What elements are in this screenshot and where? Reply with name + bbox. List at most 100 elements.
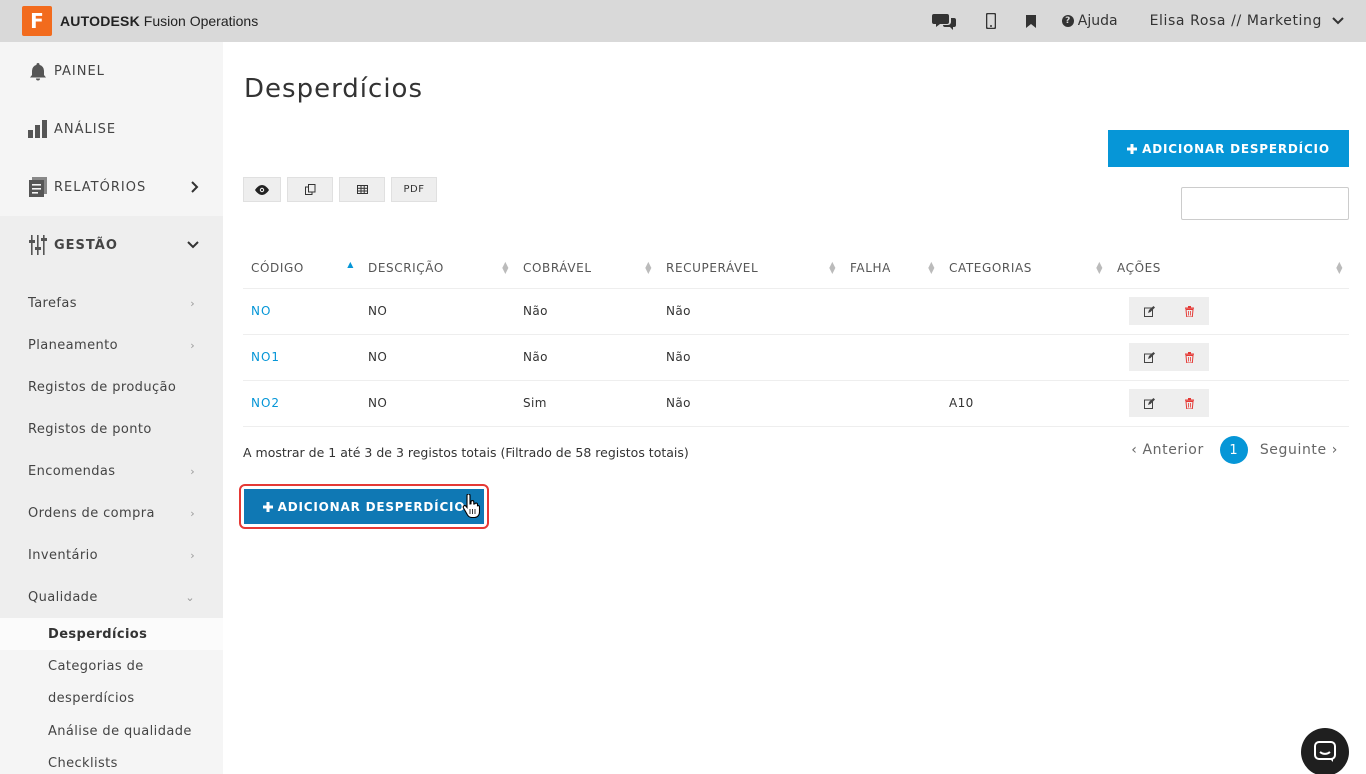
column-header-acoes[interactable]: AÇÕES ▲ ▼ [1109,248,1349,289]
edit-button[interactable] [1129,297,1169,325]
chevron-right-icon [191,181,199,193]
sort-icon: ▲ ▼ [502,260,509,275]
trash-icon [1184,305,1194,317]
excel-export-button[interactable] [339,177,385,202]
cell-code-link[interactable]: NO2 [243,380,360,427]
cell-cobravel: Não [515,288,658,335]
sidebar-item-registos-producao[interactable]: Registos de produção [0,366,223,408]
delete-button[interactable] [1169,389,1209,417]
cell-categorias [941,334,1109,381]
bookmark-icon[interactable] [1025,14,1036,28]
copy-button[interactable] [287,177,333,202]
cell-falha [842,334,941,381]
table-header-row: CÓDIGO ▲ DESCRIÇÃO ▲ ▼ COBRÁVEL ▲ ▼ RECUPERÁV… [243,248,1349,289]
sidebar-item-gestao[interactable]: GESTÃO [0,216,223,274]
chevron-right-icon: › [190,296,195,310]
column-visibility-button[interactable] [243,177,281,202]
mobile-icon[interactable] [985,13,996,29]
plus-icon [1127,143,1138,154]
sidebar-label: Registos de ponto [28,421,152,437]
column-header-categorias[interactable]: CATEGORIAS ▲ ▼ [941,248,1109,289]
sort-icon: ▲ ▼ [645,260,652,275]
hand-cursor-icon [462,494,480,518]
column-header-codigo[interactable]: CÓDIGO ▲ [243,248,360,289]
search-input[interactable] [1181,187,1349,220]
column-header-descricao[interactable]: DESCRIÇÃO ▲ ▼ [360,248,515,289]
brand-name: AUTODESK Fusion Operations [60,13,258,29]
user-menu[interactable]: Elisa Rosa // Marketing [1150,13,1344,29]
report-icon [28,177,48,197]
sidebar-label: ANÁLISE [54,121,117,137]
table-info-text: A mostrar de 1 até 3 de 3 registos totai… [243,445,689,460]
brand-rest: Fusion Operations [139,13,259,29]
sidebar-item-relatorios[interactable]: RELATÓRIOS [0,158,223,216]
add-waste-label: ADICIONAR DESPERDÍCIO [277,499,466,514]
delete-button[interactable] [1169,297,1209,325]
cell-code-link[interactable]: NO [243,288,360,335]
sidebar-item-planeamento[interactable]: Planeamento › [0,324,223,366]
eye-icon [255,184,269,195]
sidebar-label: Análise de qualidade [48,723,192,739]
edit-button[interactable] [1129,343,1169,371]
chevron-down-icon [187,241,199,249]
next-label: Seguinte [1259,442,1327,458]
edit-icon [1143,351,1155,363]
chevron-right-icon: › [190,548,195,562]
sidebar-item-categorias-desperdicios-2[interactable]: desperdícios [0,682,223,714]
sidebar-label: Inventário [28,547,98,563]
column-header-recuperavel[interactable]: RECUPERÁVEL ▲ ▼ [658,248,842,289]
sidebar-item-categorias-desperdicios[interactable]: Categorias de [0,650,223,682]
pagination-prev[interactable]: ‹ Anterior [1131,442,1204,458]
sidebar: PAINEL ANÁLISE RELATÓRIOS GESTÃO Tarefas… [0,42,223,774]
question-icon: ? [1061,15,1074,27]
sidebar-item-desperdicios[interactable]: Desperdícios [0,618,223,650]
cell-code-link[interactable]: NO1 [243,334,360,381]
copy-icon [304,184,315,195]
cell-recuperavel: Não [658,334,842,381]
chat-icon[interactable] [931,12,956,30]
sidebar-item-inventario[interactable]: Inventário › [0,534,223,576]
sidebar-item-tarefas[interactable]: Tarefas › [0,282,223,324]
column-header-falha[interactable]: FALHA ▲ ▼ [842,248,941,289]
delete-button[interactable] [1169,343,1209,371]
sidebar-item-analise-qualidade[interactable]: Análise de qualidade [0,714,223,748]
sidebar-label: Planeamento [28,337,118,353]
pagination-page[interactable]: 1 [1219,436,1248,464]
app-logo[interactable]: F AUTODESK Fusion Operations [22,6,258,36]
column-label: COBRÁVEL [523,260,592,275]
sidebar-item-checklists[interactable]: Checklists [0,748,223,774]
cell-actions [1109,288,1349,335]
sidebar-item-encomendas[interactable]: Encomendas › [0,450,223,492]
sidebar-label: Qualidade [28,589,98,605]
sidebar-item-qualidade[interactable]: Qualidade ⌄ [0,576,223,618]
help-link[interactable]: ? Ajuda [1061,13,1118,29]
sort-icon: ▲ ▼ [829,260,836,275]
column-header-cobravel[interactable]: COBRÁVEL ▲ ▼ [515,248,658,289]
sidebar-item-registos-ponto[interactable]: Registos de ponto [0,408,223,450]
sliders-icon [28,235,48,255]
column-label: DESCRIÇÃO [368,260,444,275]
sidebar-item-painel[interactable]: PAINEL [0,42,223,100]
cell-recuperavel: Não [658,380,842,427]
add-waste-button-bottom[interactable]: ADICIONAR DESPERDÍCIO [244,489,484,524]
bar-chart-icon [28,120,48,138]
pagination: ‹ Anterior 1 Seguinte › [1131,436,1338,464]
sidebar-item-ordens-compra[interactable]: Ordens de compra › [0,492,223,534]
chevron-down-icon [1332,17,1344,25]
cell-falha [842,288,941,335]
chevron-right-icon: › [1326,442,1338,458]
sidebar-item-analise[interactable]: ANÁLISE [0,100,223,158]
edit-button[interactable] [1129,389,1169,417]
pagination-next[interactable]: Seguinte › [1260,442,1338,458]
add-waste-button-top[interactable]: ADICIONAR DESPERDÍCIO [1108,130,1349,167]
page-title: Desperdícios [244,74,423,104]
cell-cobravel: Não [515,334,658,381]
column-label: CATEGORIAS [949,260,1033,275]
support-chat-button[interactable] [1301,728,1349,774]
cell-actions [1109,334,1349,381]
sort-icon: ▲ ▼ [1096,260,1103,275]
pdf-export-button[interactable]: PDF [391,177,437,202]
edit-icon [1143,397,1155,409]
trash-icon [1184,351,1194,363]
column-label: AÇÕES [1117,260,1162,275]
